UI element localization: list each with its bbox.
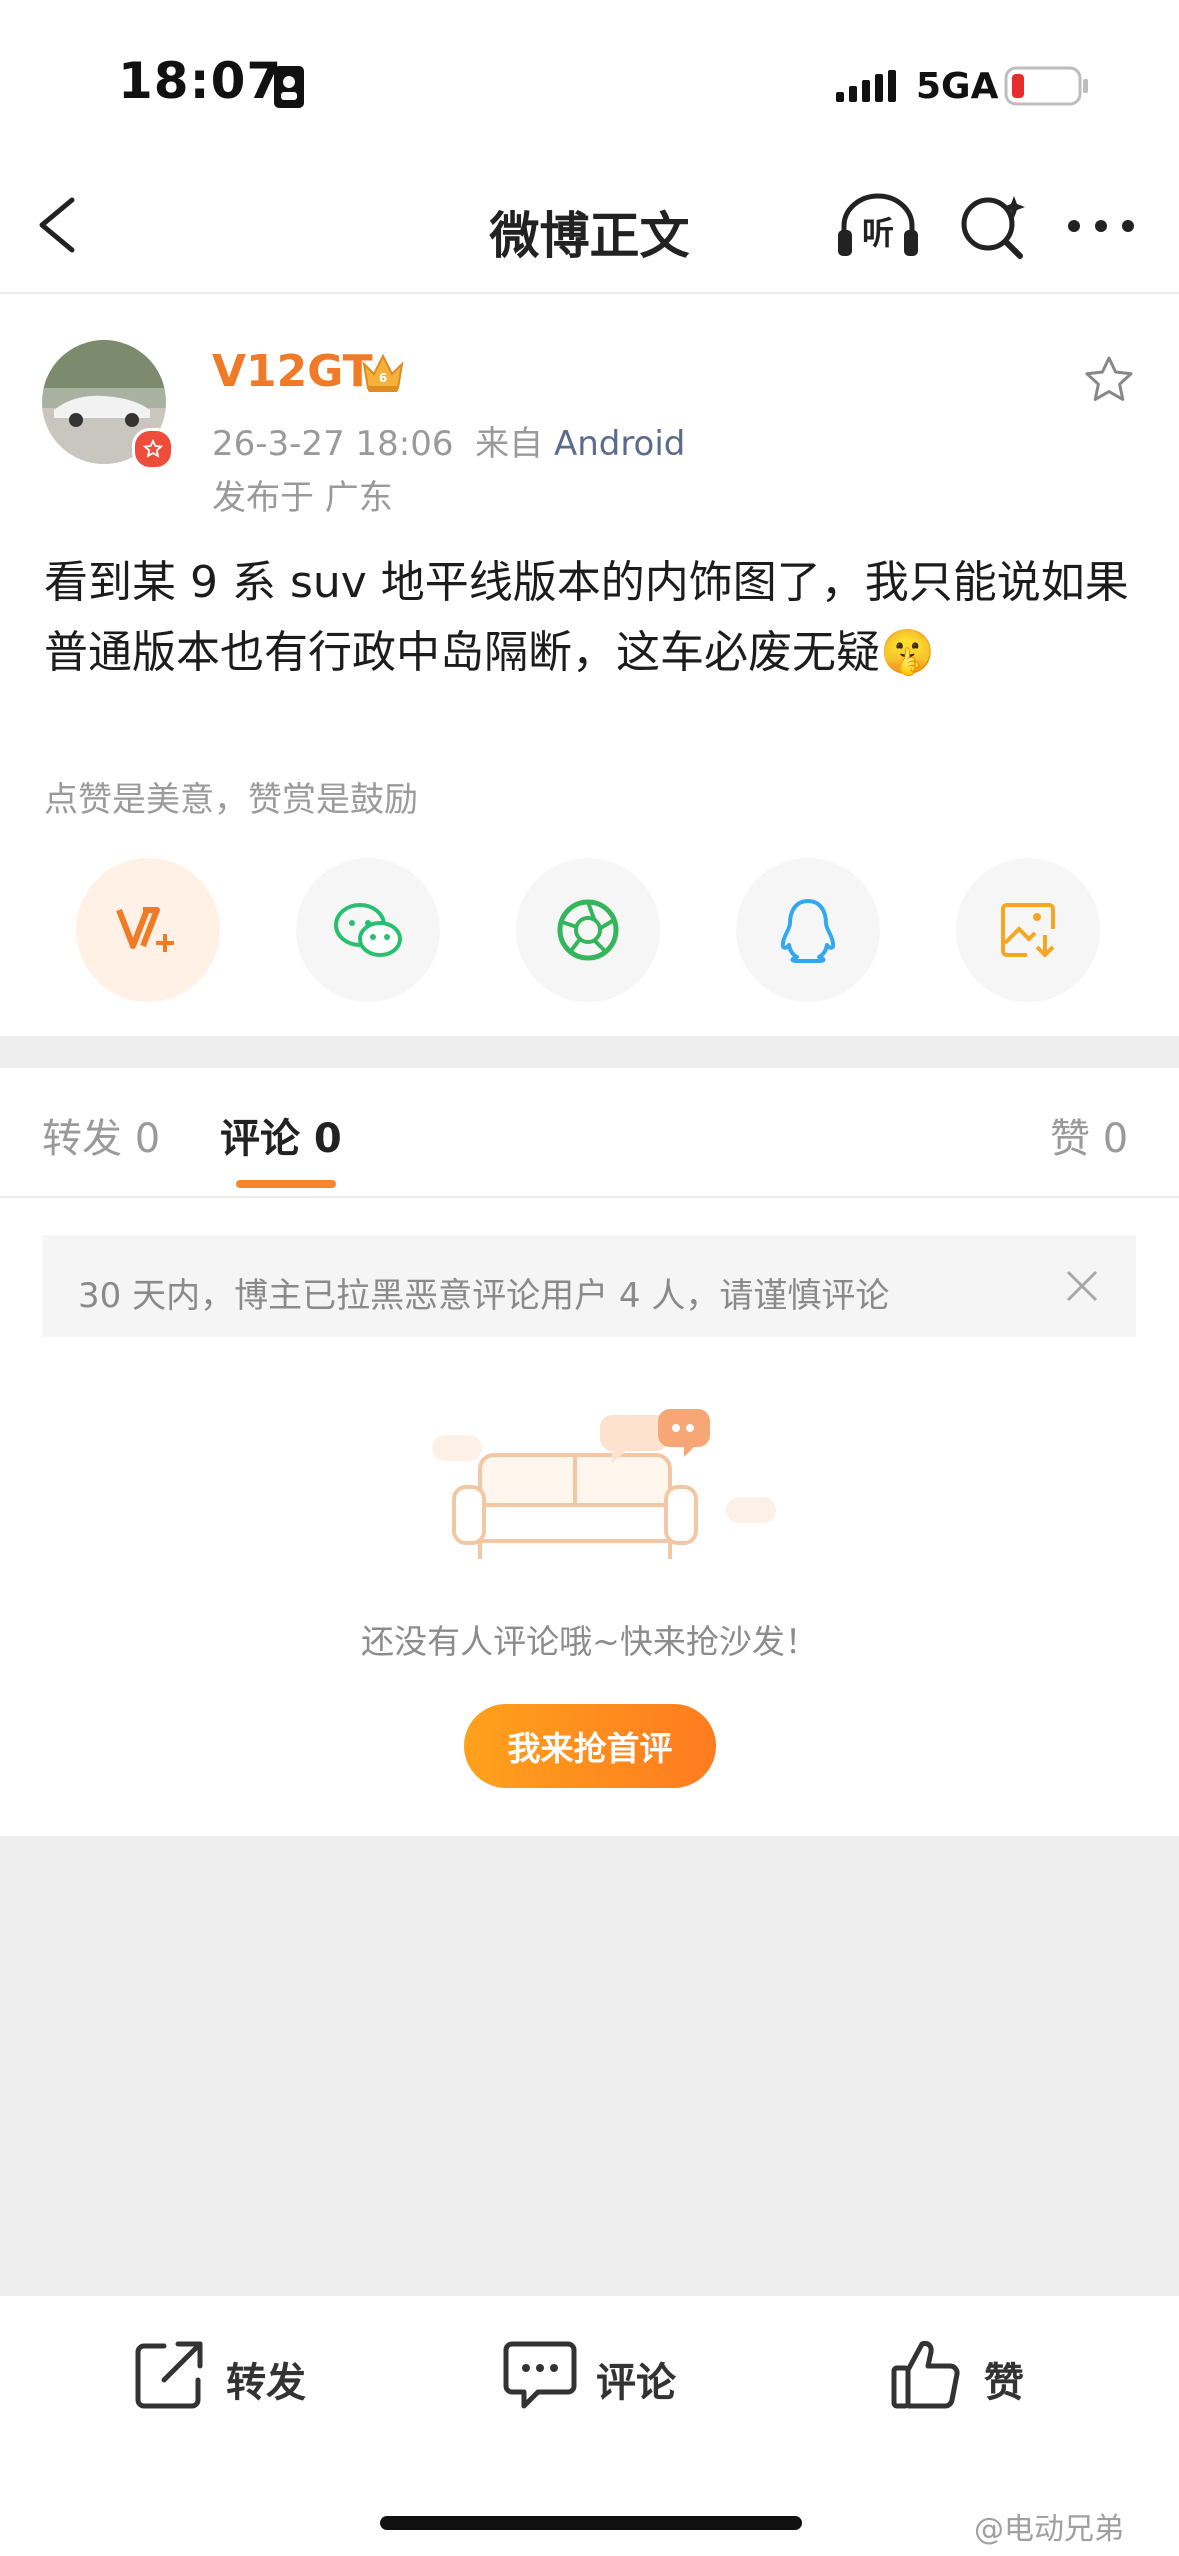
comment-icon — [503, 2341, 577, 2409]
comment-button[interactable]: 评论 — [500, 2330, 700, 2420]
verified-badge-icon — [132, 428, 174, 470]
save-image-icon — [1001, 903, 1055, 958]
like-button[interactable]: 赞 — [888, 2330, 1068, 2420]
repost-icon — [135, 2341, 203, 2409]
repost-label: 转发 — [226, 2360, 306, 2406]
battery-icon — [1004, 66, 1090, 110]
post-timestamp: 26-3-27 18:06 — [212, 424, 454, 464]
post-source[interactable]: Android — [554, 424, 685, 464]
nav-divider — [0, 292, 1179, 294]
status-time: 18:07 — [118, 52, 283, 110]
notice-text: 30 天内，博主已拉黑恶意评论用户 4 人，请谨慎评论 — [78, 1276, 890, 1316]
more-icon — [1068, 220, 1134, 232]
moments-icon — [557, 899, 619, 961]
wechat-icon — [334, 903, 402, 957]
active-tab-indicator — [236, 1180, 336, 1188]
close-notice-button[interactable] — [1064, 1268, 1100, 1308]
reward-hint: 点赞是美意，赞赏是鼓励 — [44, 780, 418, 820]
first-comment-button[interactable]: 我来抢首评 — [464, 1704, 716, 1788]
sofa-illustration-icon — [430, 1395, 780, 1579]
share-qq-button[interactable] — [736, 858, 880, 1002]
post-body: 看到某 9 系 suv 地平线版本的内饰图了，我只能说如果普通版本也有行政中岛隔… — [44, 557, 1129, 678]
more-button[interactable] — [1066, 206, 1136, 246]
favorite-button[interactable] — [1082, 354, 1136, 410]
signal-icon — [836, 70, 900, 112]
tabs-divider — [0, 1196, 1179, 1198]
search-button[interactable] — [956, 190, 1028, 262]
shush-emoji: 🤫 — [880, 627, 935, 678]
like-label: 赞 — [984, 2360, 1024, 2406]
listen-button[interactable]: 听 — [834, 190, 922, 262]
repost-button[interactable]: 转发 — [130, 2330, 330, 2420]
vip-crown-icon: 6 — [360, 350, 406, 398]
post-location: 发布于 广东 — [212, 478, 393, 518]
post-meta: 26-3-27 18:06 来自 Android — [212, 416, 685, 465]
save-image-button[interactable] — [956, 858, 1100, 1002]
network-type: 5GA — [916, 66, 999, 107]
avatar[interactable] — [40, 338, 174, 470]
star-icon — [1085, 356, 1133, 401]
blank-area — [0, 1836, 1179, 2296]
svg-text:6: 6 — [379, 371, 387, 385]
screen-lock-icon — [272, 64, 306, 114]
thumbs-up-icon — [891, 2341, 960, 2409]
qq-icon — [780, 899, 836, 963]
username[interactable]: V12GT — [212, 346, 373, 397]
section-divider — [0, 1036, 1179, 1068]
tab-likes[interactable]: 赞 0 — [1050, 1106, 1128, 1164]
share-moments-button[interactable] — [516, 858, 660, 1002]
search-icon — [961, 196, 1025, 259]
tab-repost[interactable]: 转发 0 — [42, 1106, 160, 1164]
source-prefix: 来自 — [475, 424, 544, 464]
close-icon — [1066, 1270, 1098, 1302]
comment-label: 评论 — [596, 2360, 676, 2406]
reward-icon — [116, 907, 174, 952]
watermark: @电动兄弟 — [974, 2512, 1124, 2547]
reward-button[interactable] — [76, 858, 220, 1002]
post-text: 看到某 9 系 suv 地平线版本的内饰图了，我只能说如果普通版本也有行政中岛隔… — [44, 548, 1134, 688]
empty-comments-message: 还没有人评论哦~快来抢沙发！ — [361, 1622, 818, 1661]
tab-comments[interactable]: 评论 0 — [220, 1106, 342, 1164]
home-indicator[interactable] — [380, 2516, 802, 2530]
listen-label: 听 — [862, 214, 895, 252]
share-wechat-button[interactable] — [296, 858, 440, 1002]
